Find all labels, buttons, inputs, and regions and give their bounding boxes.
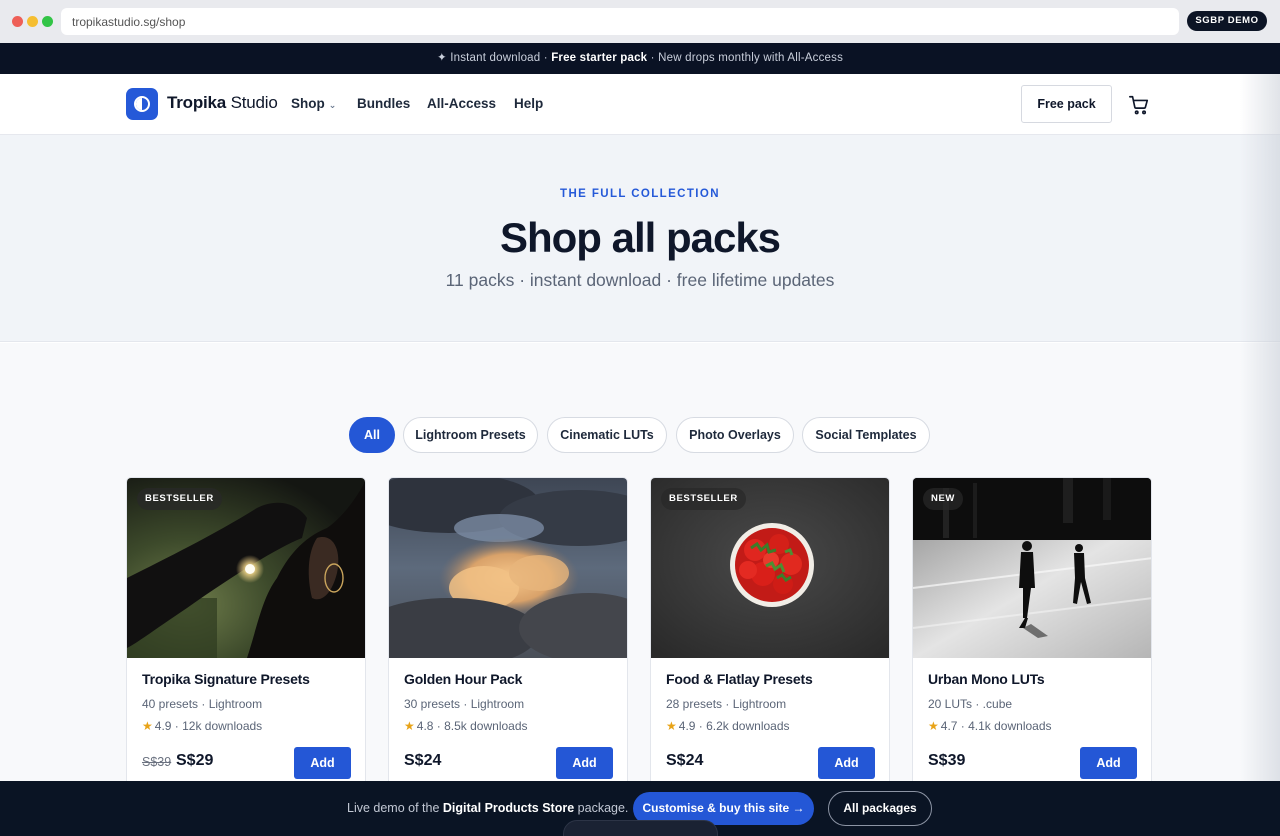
- product-meta: 40 presets · Lightroom: [142, 697, 263, 711]
- product-card-urban-mono[interactable]: NEW Urban Mono LUTs 20 LUTs · .cube ★ 4.7…: [912, 477, 1152, 787]
- product-meta: 30 presets · Lightroom: [404, 697, 525, 711]
- announcement-text-1: ✦ Instant download ·: [436, 52, 552, 64]
- star-icon: ★: [142, 719, 153, 733]
- filter-cinematic-luts[interactable]: Cinematic LUTs: [547, 417, 667, 453]
- filter-all[interactable]: All: [349, 417, 395, 453]
- demo-text-post: package.: [574, 801, 629, 815]
- nav-shop-label: Shop: [291, 96, 325, 111]
- announcement-highlight: Free starter pack: [551, 52, 648, 64]
- product-listing: All Lightroom Presets Cinematic LUTs Pho…: [0, 343, 1280, 787]
- add-to-cart-button[interactable]: Add: [294, 747, 351, 779]
- product-name[interactable]: Tropika Signature Presets: [142, 671, 310, 687]
- original-price: S$39: [142, 755, 172, 769]
- product-meta: 28 presets · Lightroom: [666, 697, 787, 711]
- nav-shop[interactable]: Shop ⌄: [291, 96, 336, 111]
- nav-all-access[interactable]: All-Access: [427, 96, 496, 111]
- product-price: S$24: [666, 752, 704, 769]
- product-price: S$39: [928, 752, 966, 769]
- product-badge: BESTSELLER: [661, 488, 746, 510]
- demo-text-package: Digital Products Store: [442, 801, 575, 815]
- rating-text: 4.7 · 4.1k downloads: [940, 719, 1052, 733]
- star-icon: ★: [666, 719, 677, 733]
- product-badge: NEW: [923, 488, 963, 510]
- product-rating: ★ 4.8 · 8.5k downloads: [404, 719, 528, 733]
- hero-subtitle: 11 packs · instant download · free lifet…: [445, 270, 835, 290]
- product-price: S$24: [404, 752, 442, 769]
- cart-icon[interactable]: [1128, 94, 1150, 116]
- filter-social-templates[interactable]: Social Templates: [802, 417, 930, 453]
- add-to-cart-button[interactable]: Add: [818, 747, 875, 779]
- product-name[interactable]: Food & Flatlay Presets: [666, 671, 813, 687]
- maximize-window-dot-icon[interactable]: [42, 16, 53, 27]
- demo-bar-text: Live demo of the Digital Products Store …: [347, 801, 628, 815]
- product-card-golden-hour[interactable]: Golden Hour Pack 30 presets · Lightroom …: [388, 477, 628, 787]
- star-icon: ★: [404, 719, 415, 733]
- demo-text-pre: Live demo of the: [347, 801, 443, 815]
- rating-text: 4.9 · 6.2k downloads: [678, 719, 790, 733]
- product-rating: ★ 4.9 · 6.2k downloads: [666, 719, 790, 733]
- announcement-text-2: · New drops monthly with All-Access: [647, 52, 844, 64]
- filter-photo-overlays[interactable]: Photo Overlays: [676, 417, 794, 453]
- demo-badge: SGBP DEMO: [1187, 11, 1267, 31]
- brand-name-bold: Tropika: [167, 93, 227, 112]
- brand-name-rest: Studio: [226, 93, 278, 112]
- add-to-cart-button[interactable]: Add: [556, 747, 613, 779]
- rating-text: 4.9 · 12k downloads: [154, 719, 263, 733]
- product-card-signature-presets[interactable]: BESTSELLER Tropika Signature Presets 40 …: [126, 477, 366, 787]
- brand-name[interactable]: Tropika Studio: [167, 93, 278, 113]
- product-rating: ★ 4.9 · 12k downloads: [142, 719, 262, 733]
- close-window-dot-icon[interactable]: [12, 16, 23, 27]
- product-name[interactable]: Golden Hour Pack: [404, 671, 522, 687]
- product-image[interactable]: BESTSELLER: [127, 478, 365, 658]
- browser-chrome: tropikastudio.sg/shop SGBP DEMO: [0, 0, 1280, 43]
- product-price: S$29: [176, 752, 214, 769]
- product-rating: ★ 4.7 · 4.1k downloads: [928, 719, 1052, 733]
- product-card-food-flatlay[interactable]: BESTSELLER Food & Flatlay Presets 28 pre…: [650, 477, 890, 787]
- product-image[interactable]: [389, 478, 627, 658]
- filter-lightroom-presets[interactable]: Lightroom Presets: [403, 417, 538, 453]
- add-to-cart-button[interactable]: Add: [1080, 747, 1137, 779]
- free-pack-button[interactable]: Free pack: [1021, 85, 1112, 123]
- chevron-down-icon: ⌄: [328, 100, 337, 110]
- address-bar[interactable]: tropikastudio.sg/shop: [61, 8, 1179, 35]
- all-packages-button[interactable]: All packages: [828, 791, 932, 826]
- star-icon: ★: [928, 719, 939, 733]
- nav-help[interactable]: Help: [514, 96, 543, 111]
- announcement-bar: ✦ Instant download · Free starter pack ·…: [0, 43, 1280, 74]
- hero-section: THE FULL COLLECTION Shop all packs 11 pa…: [0, 135, 1280, 342]
- product-meta: 20 LUTs · .cube: [928, 697, 1013, 711]
- minimize-window-dot-icon[interactable]: [27, 16, 38, 27]
- product-badge: BESTSELLER: [137, 488, 222, 510]
- product-image[interactable]: NEW: [913, 478, 1151, 658]
- rating-text: 4.8 · 8.5k downloads: [416, 719, 528, 733]
- product-name[interactable]: Urban Mono LUTs: [928, 671, 1045, 687]
- hero-eyebrow: THE FULL COLLECTION: [560, 188, 720, 200]
- logo-icon[interactable]: [126, 88, 158, 120]
- floating-toolbar[interactable]: [563, 820, 718, 836]
- page-title: Shop all packs: [499, 214, 781, 261]
- nav-bundles[interactable]: Bundles: [357, 96, 410, 111]
- site-header: Tropika Studio Shop ⌄ Bundles All-Access …: [0, 74, 1280, 135]
- product-image[interactable]: BESTSELLER: [651, 478, 889, 658]
